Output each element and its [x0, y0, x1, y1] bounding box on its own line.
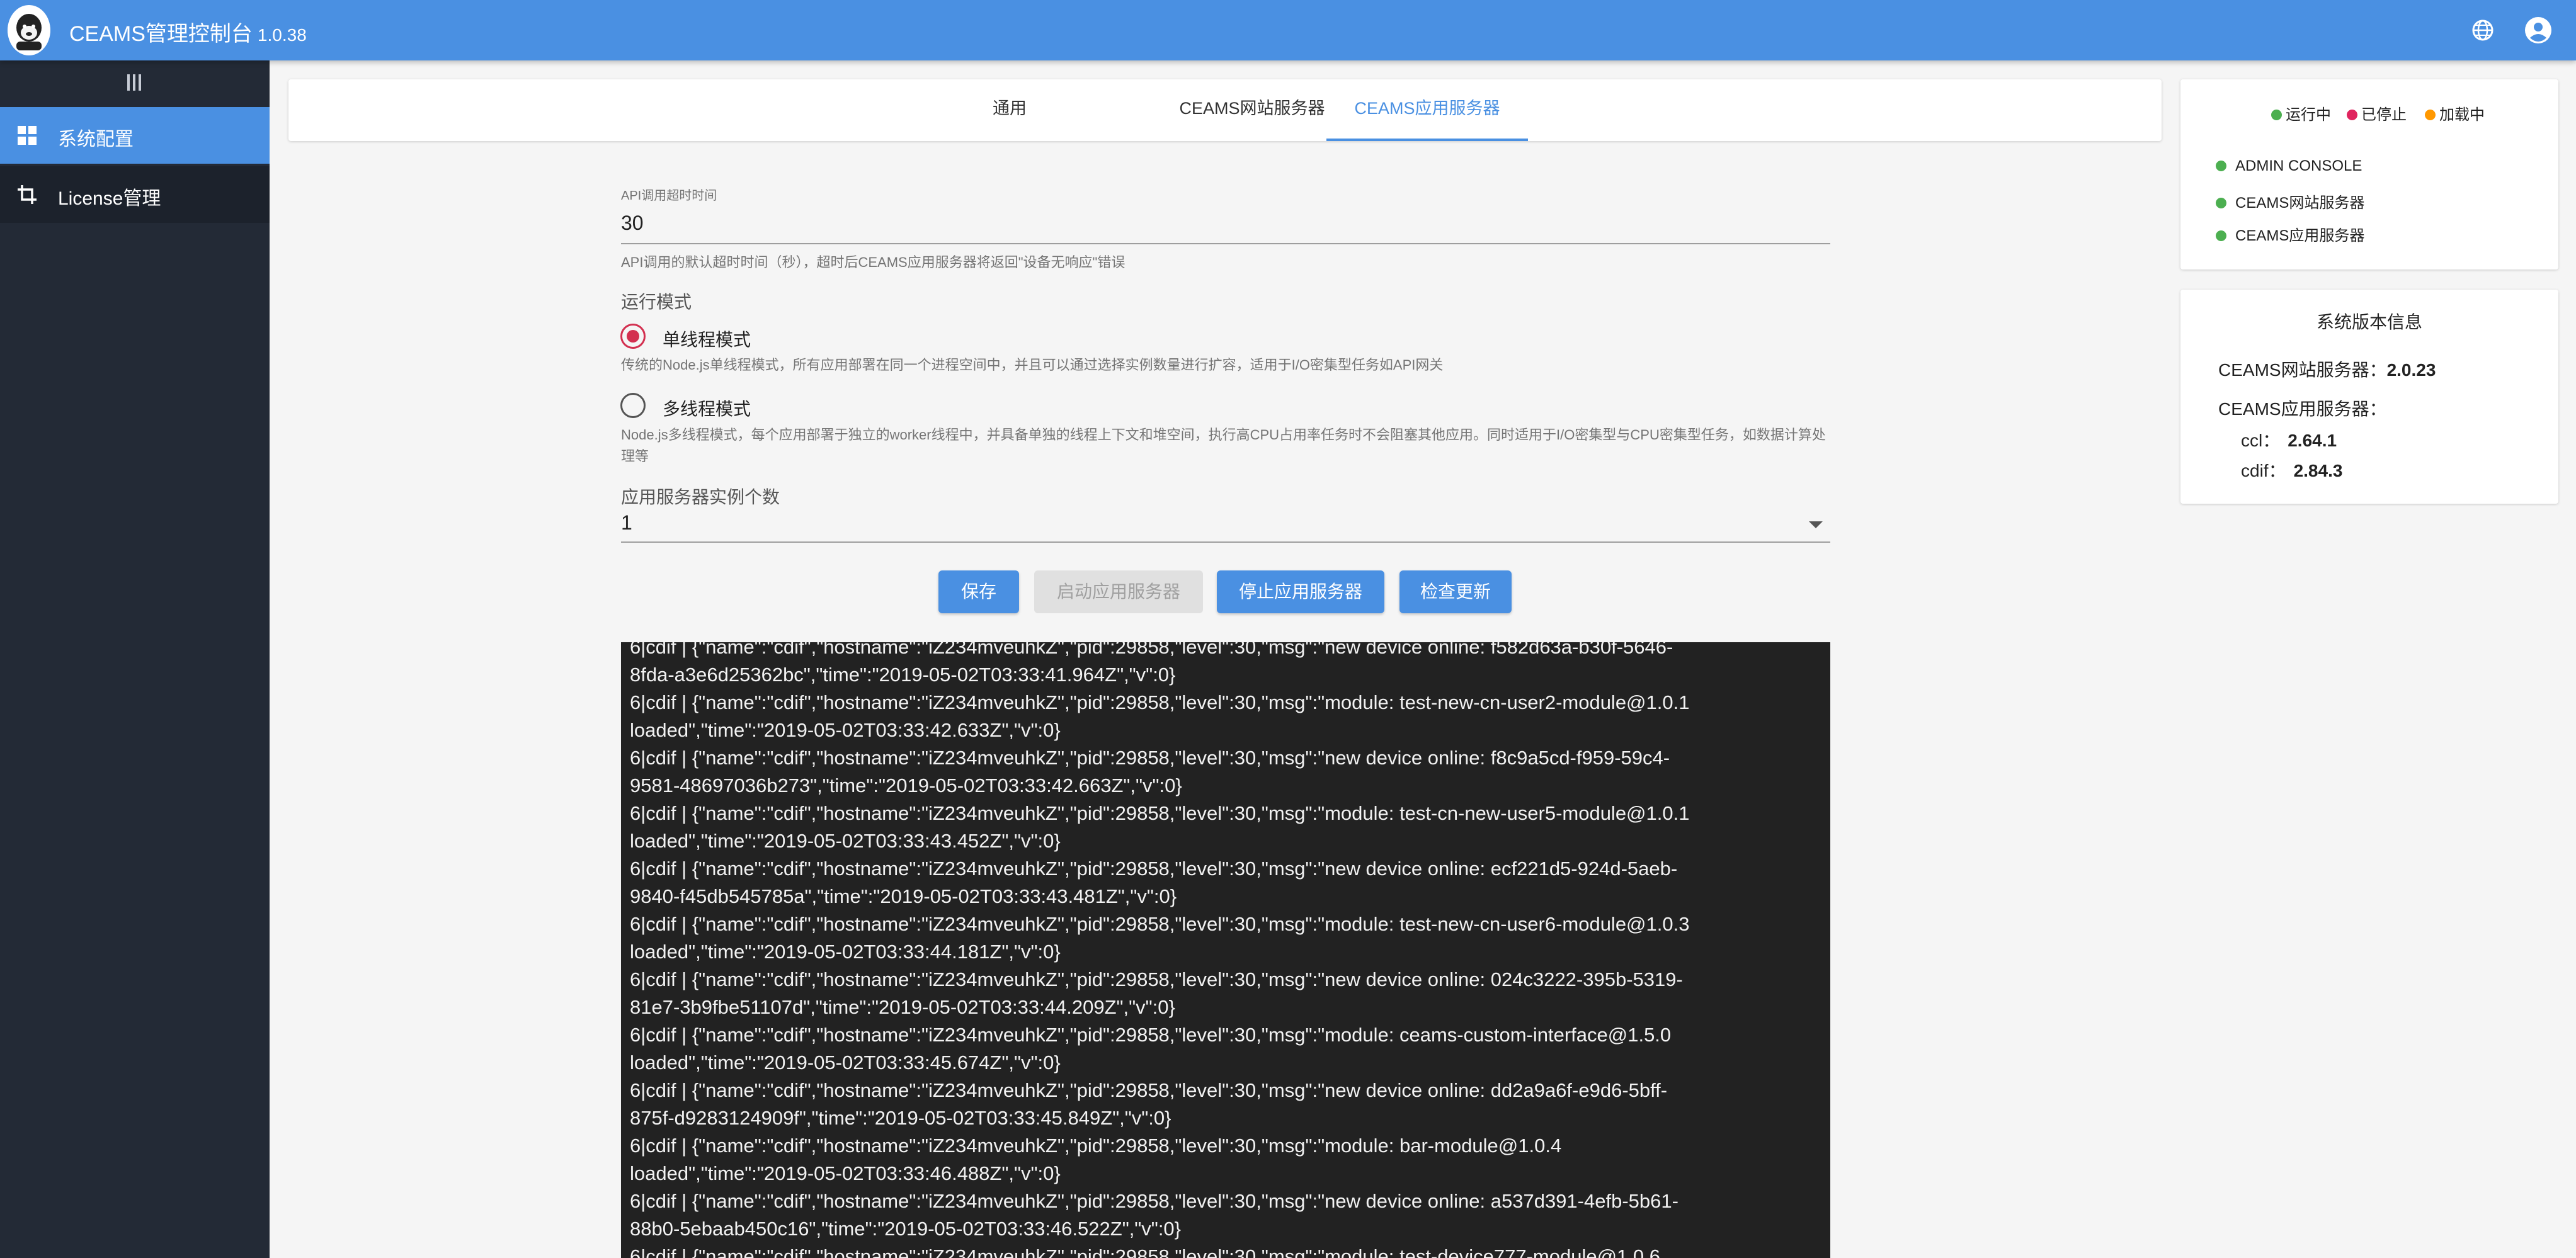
log-line: loaded","time":"2019-05-02T03:33:45.674Z… — [630, 1051, 1061, 1074]
service-ceams-web: CEAMS网站服务器 — [2216, 190, 2364, 212]
stop-app-server-button[interactable]: 停止应用服务器 — [1217, 570, 1384, 613]
module-version-ccl: ccl： 2.64.1 — [2241, 427, 2337, 452]
module-name: ccl： — [2241, 431, 2281, 450]
log-line: 6|cdif | {"name":"cdif","hostname":"iZ23… — [630, 802, 1690, 824]
sidebar: 系统配置 License管理 — [0, 60, 270, 1258]
sidebar-item-license[interactable]: License管理 — [0, 166, 270, 223]
version-info-title: 系统版本信息 — [2316, 312, 2422, 332]
service-name: CEAMS网站服务器 — [2235, 195, 2365, 212]
timeout-input-underline — [621, 243, 1830, 244]
globe-icon[interactable] — [2468, 15, 2498, 45]
dashboard-icon — [16, 125, 38, 146]
log-line: 8fda-a3e6d25362bc","time":"2019-05-02T03… — [630, 664, 1176, 686]
module-version: 2.64.1 — [2288, 431, 2337, 450]
log-line: 6|cdif | {"name":"cdif","hostname":"iZ23… — [630, 858, 1678, 880]
save-button[interactable]: 保存 — [938, 570, 1019, 613]
sidebar-item-label: License管理 — [58, 188, 161, 209]
log-line: 6|cdif | {"name":"cdif","hostname":"iZ23… — [630, 1024, 1672, 1046]
log-line: 6|cdif | {"name":"cdif","hostname":"iZ23… — [630, 642, 1673, 658]
log-line: 88b0-5ebaab450c16","time":"2019-05-02T03… — [630, 1218, 1182, 1240]
legend-running: 运行中 — [2271, 102, 2331, 124]
log-line: 81e7-3b9fbe51107d","time":"2019-05-02T03… — [630, 996, 1175, 1018]
log-line: 6|cdif | {"name":"cdif","hostname":"iZ23… — [630, 1135, 1562, 1157]
module-name: cdif： — [2241, 461, 2286, 480]
timeout-helper-text: API调用的默认超时时间（秒），超时后CEAMS应用服务器将返回"设备无响应"错… — [621, 254, 1126, 270]
web-server-version: CEAMS网站服务器：2.0.23 — [2218, 356, 2436, 382]
log-line: loaded","time":"2019-05-02T03:33:42.633Z… — [630, 719, 1061, 741]
module-version: 2.84.3 — [2293, 461, 2343, 480]
sidebar-item-label: 系统配置 — [58, 129, 134, 150]
log-line: loaded","time":"2019-05-02T03:33:46.488Z… — [630, 1162, 1061, 1184]
account-circle-icon[interactable] — [2523, 15, 2553, 45]
service-admin-console: ADMIN CONSOLE — [2216, 157, 2362, 175]
web-server-version-value: 2.0.23 — [2386, 360, 2436, 380]
single-thread-label[interactable]: 单线程模式 — [663, 326, 751, 351]
service-status-card: 运行中 已停止 加载中 ADMIN CONSOLE CEAMS网站服务器 CEA… — [2180, 79, 2558, 269]
log-line: 6|cdif | {"name":"cdif","hostname":"iZ23… — [630, 691, 1690, 713]
legend-label: 加载中 — [2439, 106, 2485, 123]
multi-thread-radio[interactable] — [620, 393, 646, 418]
sidebar-item-system-config[interactable]: 系统配置 — [0, 107, 270, 164]
log-line: 875f-d9283124909f","time":"2019-05-02T03… — [630, 1107, 1171, 1129]
version-info-card: 系统版本信息 CEAMS网站服务器：2.0.23 CEAMS应用服务器： ccl… — [2180, 290, 2558, 504]
instance-select-underline — [621, 541, 1830, 543]
check-update-button[interactable]: 检查更新 — [1399, 570, 1512, 613]
legend-loading: 加载中 — [2425, 102, 2485, 124]
status-dot-icon — [2347, 110, 2357, 120]
log-line: 6|cdif | {"name":"cdif","hostname":"iZ23… — [630, 913, 1690, 935]
web-server-label: CEAMS网站服务器： — [2218, 360, 2387, 380]
tab-ceams-app-server[interactable]: CEAMS应用服务器 — [1326, 79, 1528, 141]
log-line: 6|cdif | {"name":"cdif","hostname":"iZ23… — [630, 747, 1670, 769]
legend-label: 运行中 — [2286, 106, 2331, 123]
multi-thread-label[interactable]: 多线程模式 — [663, 395, 751, 421]
chevron-down-icon[interactable] — [1809, 521, 1823, 528]
app-title: CEAMS管理控制台 1.0.38 — [69, 16, 307, 47]
timeout-label: API调用超时时间 — [621, 189, 717, 203]
run-mode-label: 运行模式 — [621, 292, 692, 312]
service-name: CEAMS应用服务器 — [2235, 227, 2365, 244]
app-header: CEAMS管理控制台 1.0.38 — [0, 0, 2576, 60]
single-thread-description: 传统的Node.js单线程模式，所有应用部署在同一个进程空间中，并且可以通过选择… — [621, 357, 1444, 373]
multi-thread-description: Node.js多线程模式，每个应用部署于独立的worker线程中，并具备单独的线… — [621, 427, 1826, 464]
single-thread-radio[interactable] — [620, 324, 646, 349]
service-name: ADMIN CONSOLE — [2235, 157, 2362, 174]
log-console[interactable]: 6|cdif | {"name":"cdif","hostname":"iZ23… — [621, 642, 1830, 1258]
instance-count-select[interactable]: 1 — [621, 511, 632, 535]
log-line: loaded","time":"2019-05-02T03:33:43.452Z… — [630, 830, 1061, 852]
log-line: 6|cdif | {"name":"cdif","hostname":"iZ23… — [630, 968, 1683, 990]
module-version-cdif: cdif： 2.84.3 — [2241, 457, 2342, 482]
status-dot-icon — [2216, 230, 2226, 241]
log-line: 6|cdif | {"name":"cdif","hostname":"iZ23… — [630, 1245, 1661, 1258]
log-lines: 6|cdif | {"name":"cdif","hostname":"iZ23… — [630, 642, 1820, 1258]
legend-label: 已停止 — [2361, 106, 2407, 123]
status-dot-icon — [2216, 161, 2226, 171]
log-line: 9581-48697036b273","time":"2019-05-02T03… — [630, 774, 1182, 796]
log-line: 9840-f45db545785a","time":"2019-05-02T03… — [630, 885, 1177, 907]
start-app-server-button[interactable]: 启动应用服务器 — [1034, 570, 1203, 613]
legend-stopped: 已停止 — [2347, 102, 2407, 124]
app-name: CEAMS管理控制台 — [69, 22, 253, 46]
status-dot-icon — [2216, 198, 2226, 208]
gorilla-logo-icon — [8, 5, 50, 55]
instance-count-label: 应用服务器实例个数 — [621, 487, 780, 507]
app-server-label: CEAMS应用服务器： — [2218, 399, 2387, 419]
service-ceams-app: CEAMS应用服务器 — [2216, 223, 2364, 245]
timeout-input[interactable]: 30 — [621, 212, 644, 235]
tab-ceams-web-server[interactable]: CEAMS网站服务器 — [1151, 79, 1353, 141]
status-dot-icon — [2271, 110, 2282, 120]
settings-tabs: 通用 CEAMS网站服务器 CEAMS应用服务器 — [288, 79, 2162, 141]
crop-icon — [16, 184, 38, 205]
sidebar-collapse-icon[interactable] — [125, 73, 144, 92]
log-line: loaded","time":"2019-05-02T03:33:44.181Z… — [630, 941, 1061, 963]
log-line: 6|cdif | {"name":"cdif","hostname":"iZ23… — [630, 1079, 1668, 1101]
log-line: 6|cdif | {"name":"cdif","hostname":"iZ23… — [630, 1190, 1678, 1212]
app-version: 1.0.38 — [257, 25, 307, 45]
status-dot-icon — [2425, 110, 2436, 120]
tab-general[interactable]: 通用 — [975, 79, 1044, 141]
